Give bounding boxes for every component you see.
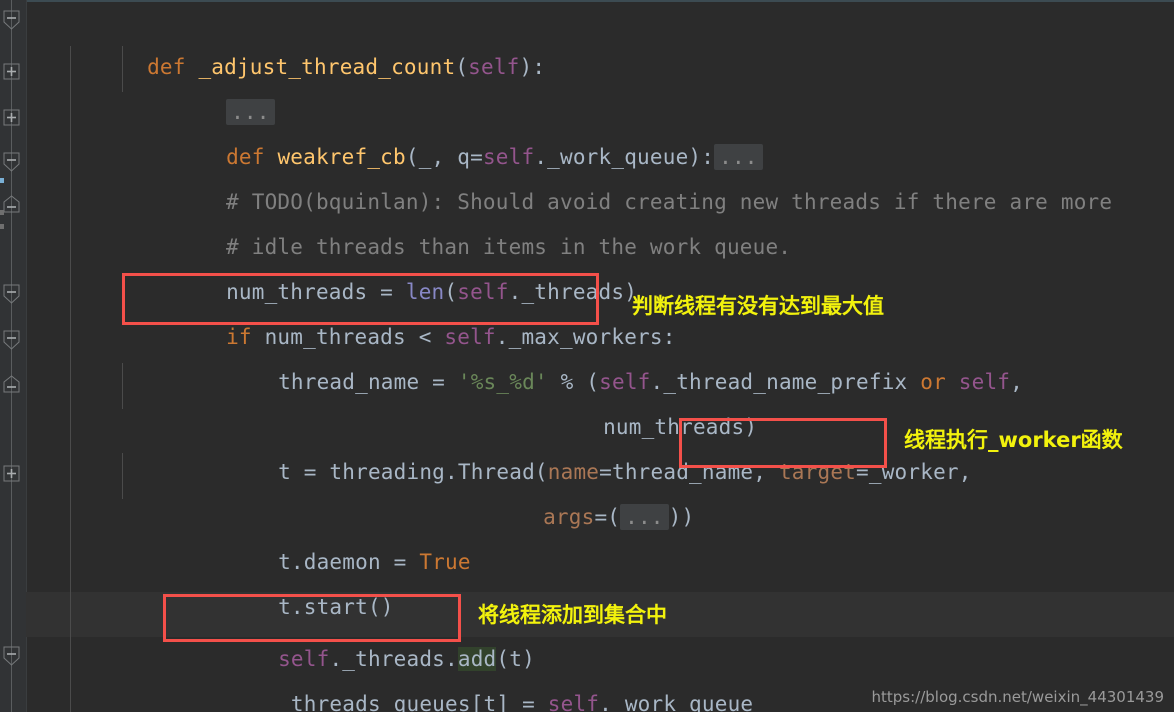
gutter-edge-marker: [0, 224, 4, 229]
fold-expand-icon[interactable]: [1, 61, 22, 82]
indent-guide: [122, 363, 123, 409]
gutter-edge-marker: [0, 210, 4, 215]
fold-collapse-icon[interactable]: [1, 152, 22, 173]
fold-collapse-icon[interactable]: [1, 646, 22, 667]
code-editor-screenshot: def _adjust_thread_count(self): ... def …: [0, 0, 1174, 712]
code-line[interactable]: _threads_queues[t] = self._work_queue: [201, 637, 753, 712]
annotation-max-value: 判断线程有没有达到最大值: [632, 294, 884, 318]
editor-gutter[interactable]: [0, 0, 27, 712]
fold-collapse-icon[interactable]: [1, 10, 22, 31]
fold-collapse-icon[interactable]: [1, 284, 22, 305]
annotation-worker-fn: 线程执行_worker函数: [904, 428, 1123, 452]
indent-guide: [122, 453, 123, 499]
fold-collapse-icon[interactable]: [1, 194, 22, 215]
fold-expand-icon[interactable]: [1, 463, 22, 484]
annotation-add-to-set: 将线程添加到集合中: [478, 603, 667, 627]
fold-collapse-icon[interactable]: [1, 330, 22, 351]
indent-guide: [70, 46, 71, 712]
watermark-url: https://blog.csdn.net/weixin_44301439: [871, 688, 1164, 706]
code-line[interactable]: args=(...)): [466, 450, 694, 585]
fold-expand-icon[interactable]: [1, 107, 22, 128]
fold-placeholder-dots[interactable]: ...: [620, 504, 669, 530]
fold-collapse-icon[interactable]: [1, 374, 22, 395]
gutter-edge-marker: [0, 178, 4, 183]
